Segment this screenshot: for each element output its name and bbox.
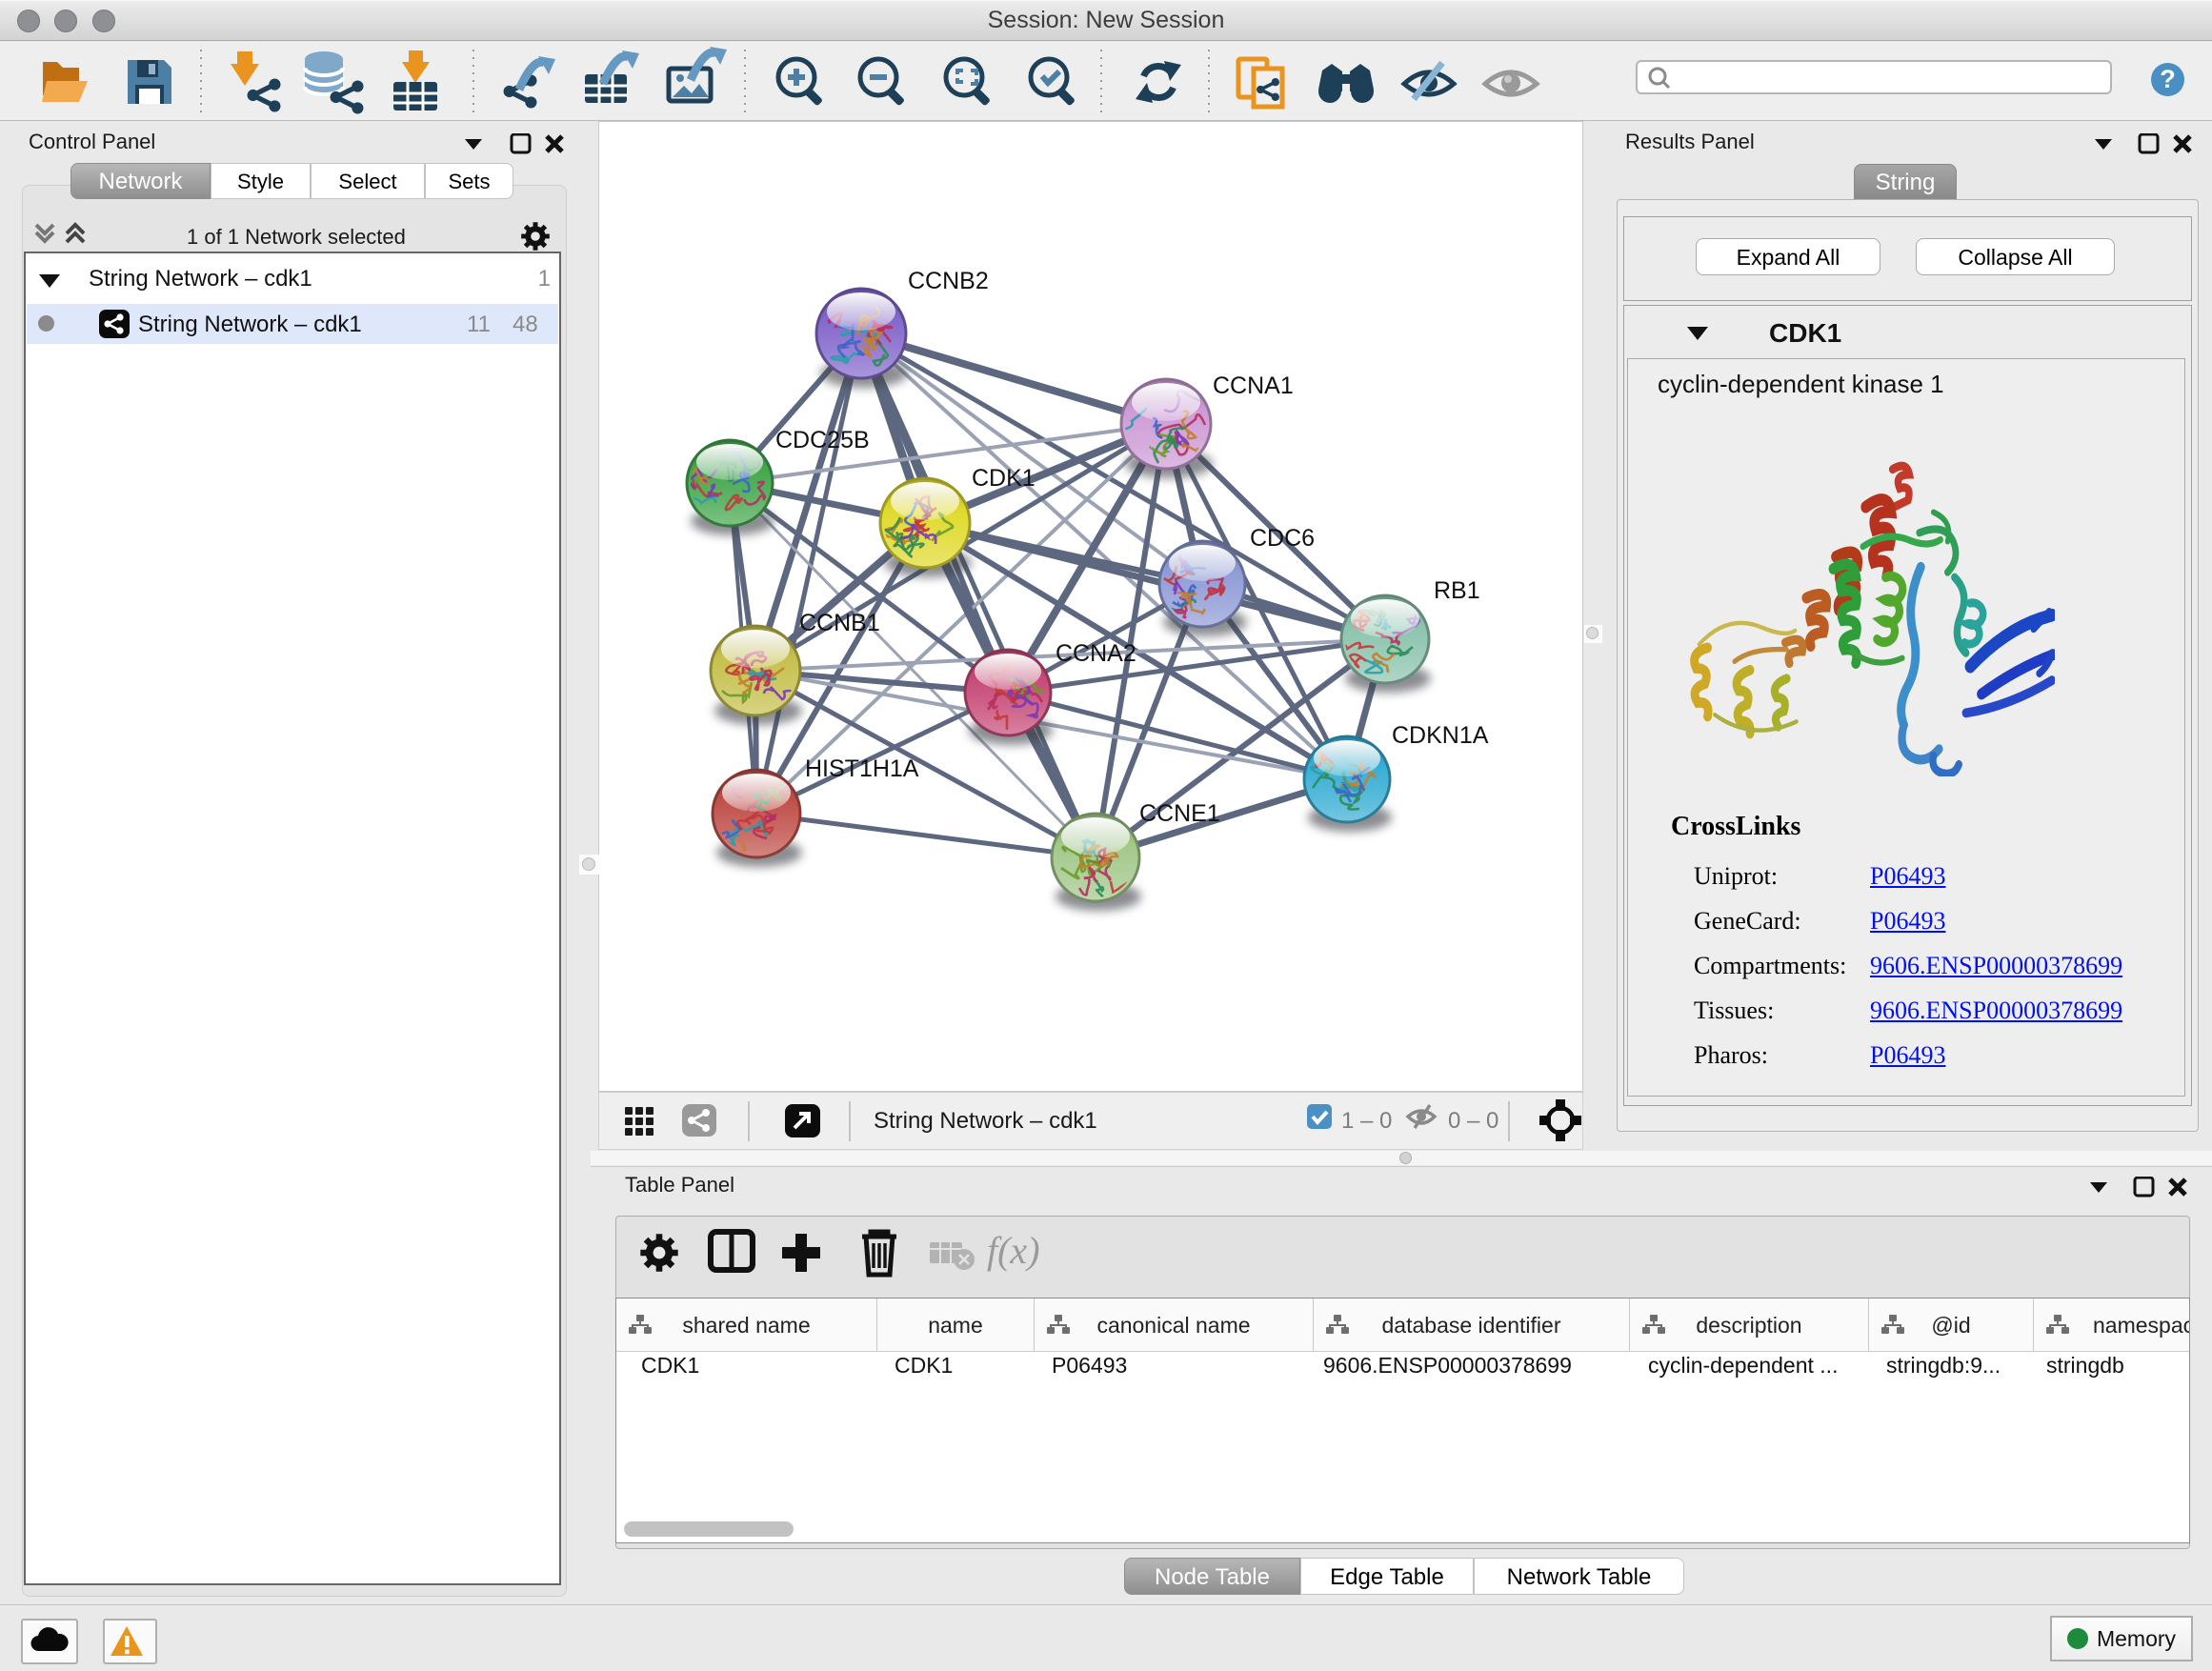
svg-text:CDK1: CDK1 bbox=[972, 465, 1036, 492]
svg-text:CCNB1: CCNB1 bbox=[799, 610, 880, 636]
svg-text:1 – 0: 1 – 0 bbox=[1341, 1108, 1392, 1134]
svg-text:CCNA1: CCNA1 bbox=[1213, 372, 1294, 399]
svg-text:CCNA2: CCNA2 bbox=[1056, 640, 1136, 667]
svg-text:CCNE1: CCNE1 bbox=[1139, 800, 1220, 827]
svg-text:CDKN1A: CDKN1A bbox=[1392, 722, 1489, 749]
svg-text:HIST1H1A: HIST1H1A bbox=[805, 755, 919, 782]
svg-text:f(x): f(x) bbox=[987, 1229, 1040, 1272]
svg-text:CCNB2: CCNB2 bbox=[908, 268, 989, 294]
svg-text:CDC25B: CDC25B bbox=[775, 427, 870, 453]
svg-text:RB1: RB1 bbox=[1434, 577, 1480, 604]
svg-text:CDC6: CDC6 bbox=[1250, 525, 1315, 552]
svg-text:0 – 0: 0 – 0 bbox=[1448, 1108, 1498, 1134]
